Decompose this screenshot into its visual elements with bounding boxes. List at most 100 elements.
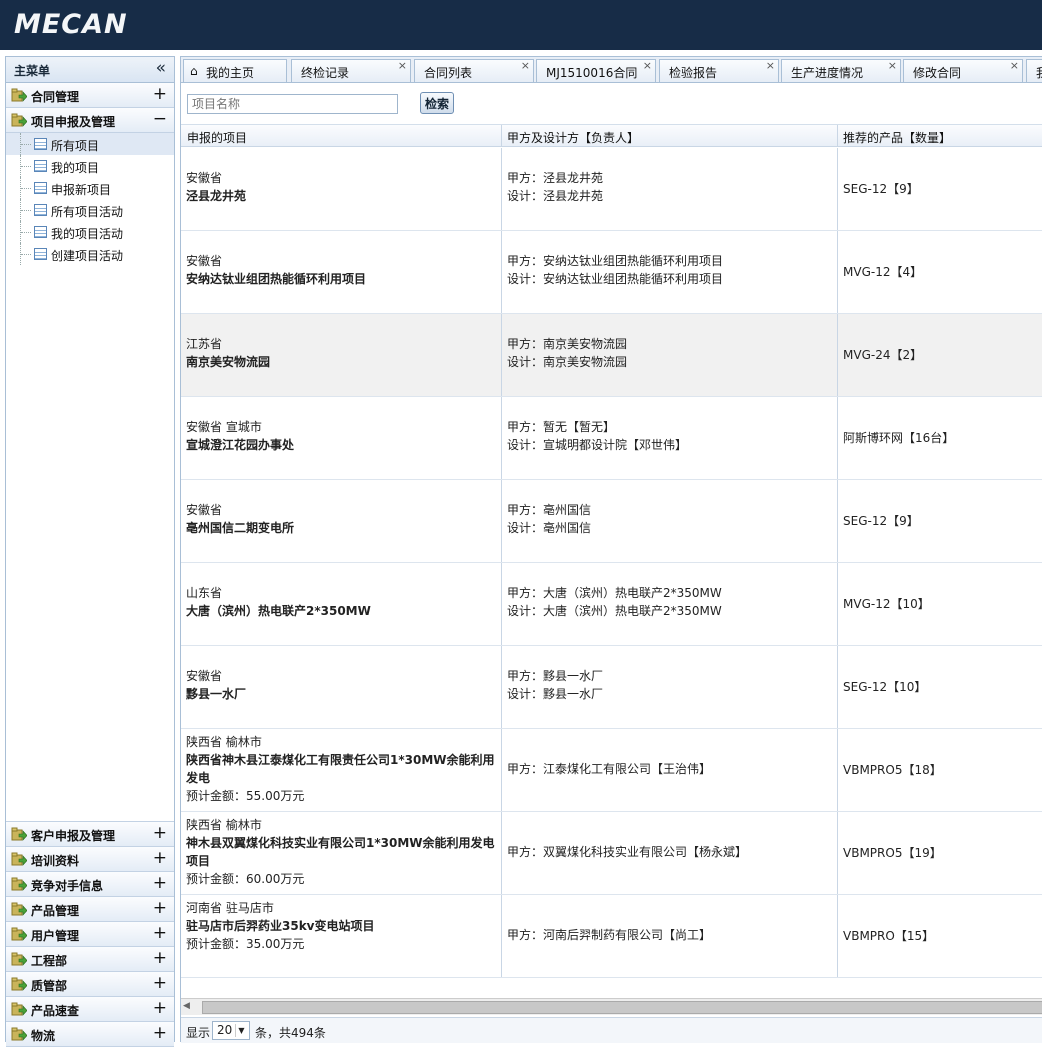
table-row[interactable]: 山东省 大唐（滨州）热电联产2*350MW 甲方：大唐（滨州）热电联产2*350MW… — [181, 563, 1042, 646]
expand-icon[interactable]: + — [153, 1023, 167, 1043]
menu-group-bottom_groups-1[interactable]: 培训资料 + — [6, 847, 174, 872]
tab-4[interactable]: 检验报告 × — [659, 59, 779, 82]
project-name[interactable]: 泾县龙井苑 — [186, 187, 496, 205]
menu-group-bottom_groups-8[interactable]: 物流 + — [6, 1022, 174, 1047]
expand-icon[interactable]: + — [153, 973, 167, 993]
tab-0[interactable]: ⌂ 我的主页 — [183, 59, 287, 82]
collapse-icon[interactable]: − — [153, 109, 167, 129]
main-panel: ⌂ 我的主页 终检记录 × 合同列表 × MJ1510016合同 × 检验报告 × 生产进度情况 × 修… — [180, 56, 1042, 1043]
project-cell: 河南省 驻马店市 驻马店市后羿药业35kv变电站项目 预计金额：35.00万元 — [186, 899, 496, 953]
list-page-icon — [34, 248, 47, 260]
expand-icon[interactable]: + — [153, 898, 167, 918]
table-row[interactable]: 陕西省 榆林市 陕西省神木县江泰煤化工有限责任公司1*30MW余能利用发电 预计金额… — [181, 729, 1042, 812]
project-cell: 陕西省 榆林市 神木县双翼煤化科技实业有限公司1*30MW余能利用发电项目 预计金额… — [186, 816, 496, 888]
party-cell: 甲方：黟县一水厂 设计：黟县一水厂 — [507, 667, 837, 703]
expand-icon[interactable]: + — [153, 948, 167, 968]
table-row[interactable]: 江苏省 南京美安物流园 甲方：南京美安物流园 设计：南京美安物流园 MVG-24【2】 — [181, 314, 1042, 397]
table-row[interactable]: 安徽省 泾县龙井苑 甲方：泾县龙井苑 设计：泾县龙井苑 SEG-12【9】 — [181, 148, 1042, 231]
close-tab-icon[interactable]: × — [398, 59, 407, 72]
project-region: 安徽省 — [186, 254, 223, 268]
tab-2[interactable]: 合同列表 × — [414, 59, 534, 82]
party-designer: 设计：安纳达钛业组团热能循环利用项目 — [507, 272, 724, 286]
page-size-value: 20 — [217, 1023, 233, 1037]
party-cell: 甲方：江泰煤化工有限公司【王治伟】 — [507, 760, 837, 778]
menu-group-top_groups-1[interactable]: 项目申报及管理 − — [6, 108, 174, 133]
menu-group-bottom_groups-6[interactable]: 质管部 + — [6, 972, 174, 997]
tab-3[interactable]: MJ1510016合同 × — [536, 59, 656, 82]
party-designer: 设计：泾县龙井苑 — [507, 189, 604, 203]
folder-arrow-icon — [11, 1002, 27, 1016]
expand-icon[interactable]: + — [153, 873, 167, 893]
menu-group-bottom_groups-3[interactable]: 产品管理 + — [6, 897, 174, 922]
party-cell: 甲方：安纳达钛业组团热能循环利用项目 设计：安纳达钛业组团热能循环利用项目 — [507, 252, 837, 288]
submenu-item[interactable]: 创建项目活动 — [6, 243, 174, 265]
tab-6[interactable]: 修改合同 × — [903, 59, 1023, 82]
expand-icon[interactable]: + — [153, 84, 167, 104]
product-cell: MVG-24【2】 — [843, 348, 923, 362]
submenu-item[interactable]: 我的项目 — [6, 155, 174, 177]
submenu-item-label: 申报新项目 — [51, 183, 112, 197]
table-row[interactable]: 安徽省安纳达钛业组团热能循环利用项目 甲方：安纳达钛业组团热能循环利用项目 设计：安… — [181, 231, 1042, 314]
close-tab-icon[interactable]: × — [766, 59, 775, 72]
tab-5[interactable]: 生产进度情况 × — [781, 59, 901, 82]
submenu-item[interactable]: 所有项目活动 — [6, 199, 174, 221]
scroll-left-arrow-icon[interactable]: ◀ — [183, 1001, 197, 1014]
project-name[interactable]: 黟县一水厂 — [186, 685, 496, 703]
tab-7[interactable]: 我 — [1026, 59, 1042, 82]
dropdown-arrow-icon[interactable]: ▼ — [235, 1024, 247, 1037]
expand-icon[interactable]: + — [153, 823, 167, 843]
project-name[interactable]: 亳州国信二期变电所 — [186, 519, 496, 537]
close-tab-icon[interactable]: × — [521, 59, 530, 72]
table-row[interactable]: 安徽省黟县一水厂 甲方：黟县一水厂 设计：黟县一水厂 SEG-12【10】 — [181, 646, 1042, 729]
menu-group-top_groups-0[interactable]: 合同管理 + — [6, 83, 174, 108]
scrollbar-thumb[interactable] — [202, 1001, 1042, 1014]
horizontal-scrollbar[interactable]: ◀ — [181, 998, 1042, 1015]
expand-icon[interactable]: + — [153, 998, 167, 1018]
project-name[interactable]: 安纳达钛业组团热能循环利用项目 — [186, 270, 496, 288]
column-header-project[interactable]: 申报的项目 — [187, 129, 247, 146]
menu-group-label: 竞争对手信息 — [31, 879, 104, 893]
close-tab-icon[interactable]: × — [643, 59, 652, 72]
project-cell: 江苏省 南京美安物流园 — [186, 335, 496, 371]
project-name[interactable]: 宣城澄江花园办事处 — [186, 436, 496, 454]
menu-group-bottom_groups-4[interactable]: 用户管理 + — [6, 922, 174, 947]
menu-group-label: 客户申报及管理 — [31, 829, 116, 843]
tab-1[interactable]: 终检记录 × — [291, 59, 411, 82]
table-row[interactable]: 安徽省 亳州国信二期变电所 甲方：亳州国信 设计：亳州国信 SEG-12【9】 — [181, 480, 1042, 563]
project-name[interactable]: 驻马店市后羿药业35kv变电站项目 — [186, 917, 496, 935]
project-region: 陕西省 榆林市 — [186, 818, 262, 832]
search-button[interactable]: 检索 — [420, 92, 454, 114]
menu-group-label: 用户管理 — [31, 929, 80, 943]
project-name[interactable]: 陕西省神木县江泰煤化工有限责任公司1*30MW余能利用发电 — [186, 751, 496, 787]
project-amount: 预计金额：55.00万元 — [186, 789, 305, 803]
submenu-item[interactable]: 申报新项目 — [6, 177, 174, 199]
column-header-party[interactable]: 甲方及设计方【负责人】 — [507, 129, 639, 146]
menu-group-bottom_groups-5[interactable]: 工程部 + — [6, 947, 174, 972]
column-header-product[interactable]: 推荐的产品【数量】 — [843, 129, 951, 146]
product-cell: SEG-12【10】 — [843, 680, 927, 694]
submenu-item[interactable]: 我的项目活动 — [6, 221, 174, 243]
page-size-select[interactable]: 20 ▼ — [212, 1021, 250, 1040]
party-owner: 甲方：大唐（滨州）热电联产2*350MW — [507, 586, 722, 600]
project-region: 安徽省 宣城市 — [186, 420, 262, 434]
project-name[interactable]: 南京美安物流园 — [186, 353, 496, 371]
table-row[interactable]: 河南省 驻马店市 驻马店市后羿药业35kv变电站项目 预计金额：35.00万元 甲方：… — [181, 895, 1042, 978]
menu-group-bottom_groups-0[interactable]: 客户申报及管理 + — [6, 822, 174, 847]
submenu-item[interactable]: 所有项目 — [6, 133, 174, 155]
project-name[interactable]: 神木县双翼煤化科技实业有限公司1*30MW余能利用发电项目 — [186, 834, 496, 870]
party-cell: 甲方：双翼煤化科技实业有限公司【杨永斌】 — [507, 843, 837, 861]
collapse-sidebar-icon[interactable]: « — [156, 58, 166, 78]
project-region: 安徽省 — [186, 669, 223, 683]
menu-group-bottom_groups-2[interactable]: 竞争对手信息 + — [6, 872, 174, 897]
close-tab-icon[interactable]: × — [1010, 59, 1019, 72]
tab-label: 检验报告 — [669, 66, 718, 80]
table-row[interactable]: 陕西省 榆林市 神木县双翼煤化科技实业有限公司1*30MW余能利用发电项目 预计金额… — [181, 812, 1042, 895]
close-tab-icon[interactable]: × — [888, 59, 897, 72]
expand-icon[interactable]: + — [153, 848, 167, 868]
project-name[interactable]: 大唐（滨州）热电联产2*350MW — [186, 602, 496, 620]
menu-group-bottom_groups-7[interactable]: 产品速查 + — [6, 997, 174, 1022]
expand-icon[interactable]: + — [153, 923, 167, 943]
table-row[interactable]: 安徽省 宣城市 宣城澄江花园办事处 甲方：暂无【暂无】 设计：宣城明都设计院【邓世伟】… — [181, 397, 1042, 480]
project-name-search-input[interactable] — [187, 94, 398, 114]
folder-arrow-icon — [11, 827, 27, 841]
